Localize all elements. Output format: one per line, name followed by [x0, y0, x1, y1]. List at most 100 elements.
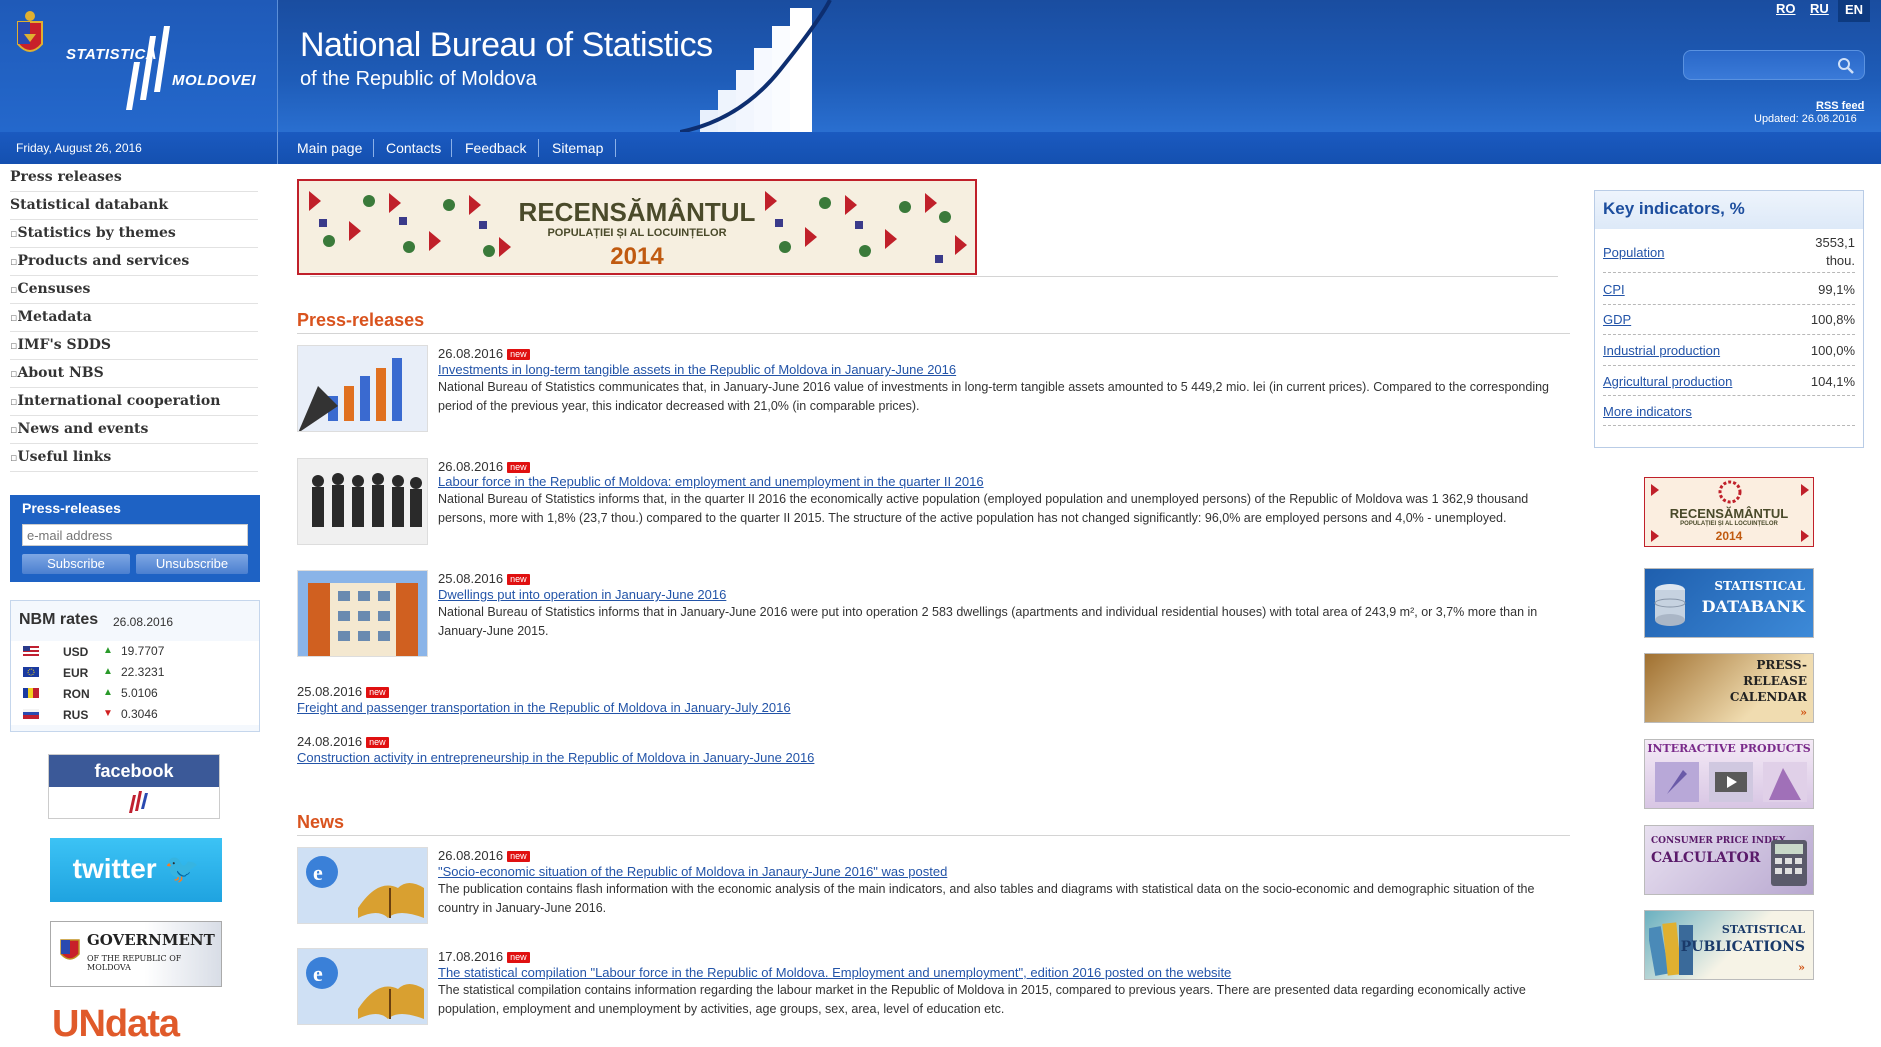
database-icon: [1654, 584, 1686, 626]
press-link[interactable]: Construction activity in entrepreneurshi…: [297, 750, 814, 765]
press-link[interactable]: Dwellings put into operation in January-…: [438, 587, 726, 602]
lang-ro[interactable]: RO: [1772, 0, 1800, 18]
news-link[interactable]: "Socio-economic situation of the Republi…: [438, 864, 947, 879]
sidebar-item-products[interactable]: ▫Products and services: [10, 248, 258, 276]
sidebar-item-label: Statistical databank: [10, 197, 169, 213]
sidebar-item-label: International cooperation: [17, 393, 221, 409]
news-thumbnail[interactable]: e: [297, 847, 428, 924]
nav-contacts[interactable]: Contacts: [386, 140, 441, 156]
indicator-value: 3553,1: [1815, 235, 1855, 250]
nbm-date: 26.08.2016: [113, 615, 174, 629]
banner-subtitle: POPULAȚIEI ȘI AL LOCUINȚELOR: [547, 227, 727, 239]
nav-divider: [451, 139, 452, 157]
site-title: National Bureau of Statistics: [300, 26, 713, 64]
press-date: 24.08.2016 new: [297, 734, 389, 749]
unsubscribe-button[interactable]: Unsubscribe: [136, 554, 248, 574]
sidebar-item-censuses[interactable]: ▫Censuses: [10, 276, 258, 304]
nav-feedback[interactable]: Feedback: [465, 140, 526, 156]
census-banner[interactable]: RECENSĂMÂNTUL POPULAȚIEI ȘI AL LOCUINȚEL…: [297, 179, 977, 275]
indicator-value: 99,1%: [1818, 282, 1855, 297]
sidebar-item-news[interactable]: ▫News and events: [10, 416, 258, 444]
indicator-value: 100,8%: [1810, 312, 1855, 327]
census-promo-subtitle: POPULAȚIEI ȘI AL LOCUINȚELOR: [1680, 521, 1778, 527]
facebook-label: facebook: [49, 755, 219, 787]
arrow-down-icon: ▼: [103, 708, 113, 719]
lang-ru[interactable]: RU: [1806, 0, 1833, 18]
people-group-image-icon: [298, 459, 427, 544]
sidebar-item-imf[interactable]: ▫IMF's SDDS: [10, 332, 258, 360]
logo-area[interactable]: STATISTICA MOLDOVEI: [0, 0, 278, 132]
cpi-calculator-promo[interactable]: CONSUMER PRICE INDEX CALCULATOR: [1644, 825, 1814, 895]
search-input[interactable]: [1683, 50, 1865, 80]
press-link[interactable]: Freight and passenger transportation in …: [297, 700, 791, 715]
search-icon[interactable]: [1836, 56, 1856, 76]
indicator-link[interactable]: Population: [1603, 245, 1664, 260]
press-link[interactable]: Labour force in the Republic of Moldova:…: [438, 474, 984, 489]
indicator-value: 100,0%: [1810, 343, 1855, 358]
indicator-link[interactable]: GDP: [1603, 312, 1631, 327]
indicator-link[interactable]: Industrial production: [1603, 343, 1720, 358]
new-badge: new: [507, 952, 530, 963]
more-indicators-link[interactable]: More indicators: [1603, 404, 1692, 419]
labour-thumbnail[interactable]: [297, 458, 428, 545]
publications-promo-line2: PUBLICATIONS: [1680, 939, 1805, 955]
sidebar-item-metadata[interactable]: ▫Metadata: [10, 304, 258, 332]
investments-thumbnail[interactable]: [297, 345, 428, 432]
sidebar-item-international[interactable]: ▫International cooperation: [10, 388, 258, 416]
government-link[interactable]: GOVERNMENT OF THE REPUBLIC OF MOLDOVA: [50, 921, 222, 987]
sidebar-item-press-releases[interactable]: Press releases: [10, 164, 258, 192]
cpi-promo-line2: CALCULATOR: [1651, 850, 1761, 866]
facebook-link[interactable]: facebook: [48, 754, 220, 819]
sidebar-item-databank[interactable]: Statistical databank: [10, 192, 258, 220]
sidebar-item-label: Metadata: [17, 309, 92, 325]
publications-promo[interactable]: STATISTICAL PUBLICATIONS »: [1644, 910, 1814, 980]
press-link[interactable]: Investments in long-term tangible assets…: [438, 362, 956, 377]
news-date-text: 17.08.2016: [438, 949, 504, 964]
sidebar-item-label: Statistics by themes: [17, 225, 176, 241]
twitter-link[interactable]: twitter 🐦: [50, 838, 222, 902]
rate-currency: USD: [63, 645, 89, 659]
release-calendar-promo[interactable]: PRESS- RELEASE CALENDAR »: [1644, 653, 1814, 723]
indicator-link[interactable]: Agricultural production: [1603, 374, 1732, 389]
sidebar-item-about[interactable]: ▫About NBS: [10, 360, 258, 388]
dwellings-thumbnail[interactable]: [297, 570, 428, 657]
chevron-right-icon: »: [1800, 706, 1807, 719]
banner-year: 2014: [610, 243, 664, 270]
header: STATISTICA MOLDOVEI National Bureau of S…: [0, 0, 1881, 132]
press-date-text: 25.08.2016: [297, 684, 363, 699]
news-heading: News: [297, 812, 345, 832]
rate-currency: RON: [63, 687, 90, 701]
top-nav: Friday, August 26, 2016 Main page Contac…: [0, 132, 1881, 164]
undata-link[interactable]: UNdata: [52, 1003, 224, 1047]
divider: [297, 333, 1570, 334]
svg-text:e: e: [313, 860, 323, 885]
ie-book-image-icon: e: [298, 949, 427, 1024]
rss-feed-link[interactable]: RSS feed: [1816, 100, 1864, 112]
moldova-crest-icon: [17, 11, 43, 52]
lang-en[interactable]: EN: [1838, 0, 1870, 22]
press-date: 25.08.2016 new: [297, 684, 389, 699]
sidebar-item-links[interactable]: ▫Useful links: [10, 444, 258, 472]
news-link[interactable]: The statistical compilation "Labour forc…: [438, 965, 1231, 980]
bar-chart-image-icon: [298, 346, 427, 431]
rate-currency: RUS: [63, 708, 89, 722]
interactive-products-promo[interactable]: INTERACTIVE PRODUCTS: [1644, 739, 1814, 809]
press-date: 26.08.2016 new: [438, 346, 530, 361]
sidebar-item-label: Censuses: [17, 281, 91, 297]
logo-bars-icon: [126, 26, 170, 110]
rate-row: RUS ▼ 0.3046: [11, 704, 259, 725]
rate-row: RON ▲ 5.0106: [11, 683, 259, 704]
nav-sitemap[interactable]: Sitemap: [552, 140, 603, 156]
news-description: The publication contains flash informati…: [438, 882, 1535, 915]
press-date: 25.08.2016 new: [438, 571, 530, 586]
indicator-link[interactable]: CPI: [1603, 282, 1625, 297]
sidebar-item-themes[interactable]: ▫Statistics by themes: [10, 220, 258, 248]
subscribe-button[interactable]: Subscribe: [22, 554, 130, 574]
nav-main-page[interactable]: Main page: [297, 140, 362, 156]
rate-value: 0.3046: [121, 707, 158, 721]
databank-promo[interactable]: STATISTICAL DATABANK: [1644, 568, 1814, 638]
email-field[interactable]: [22, 524, 248, 546]
census-promo[interactable]: RECENSĂMÂNTUL POPULAȚIEI ȘI AL LOCUINȚEL…: [1644, 477, 1814, 547]
news-thumbnail[interactable]: e: [297, 948, 428, 1025]
news-date: 17.08.2016 new: [438, 949, 530, 964]
